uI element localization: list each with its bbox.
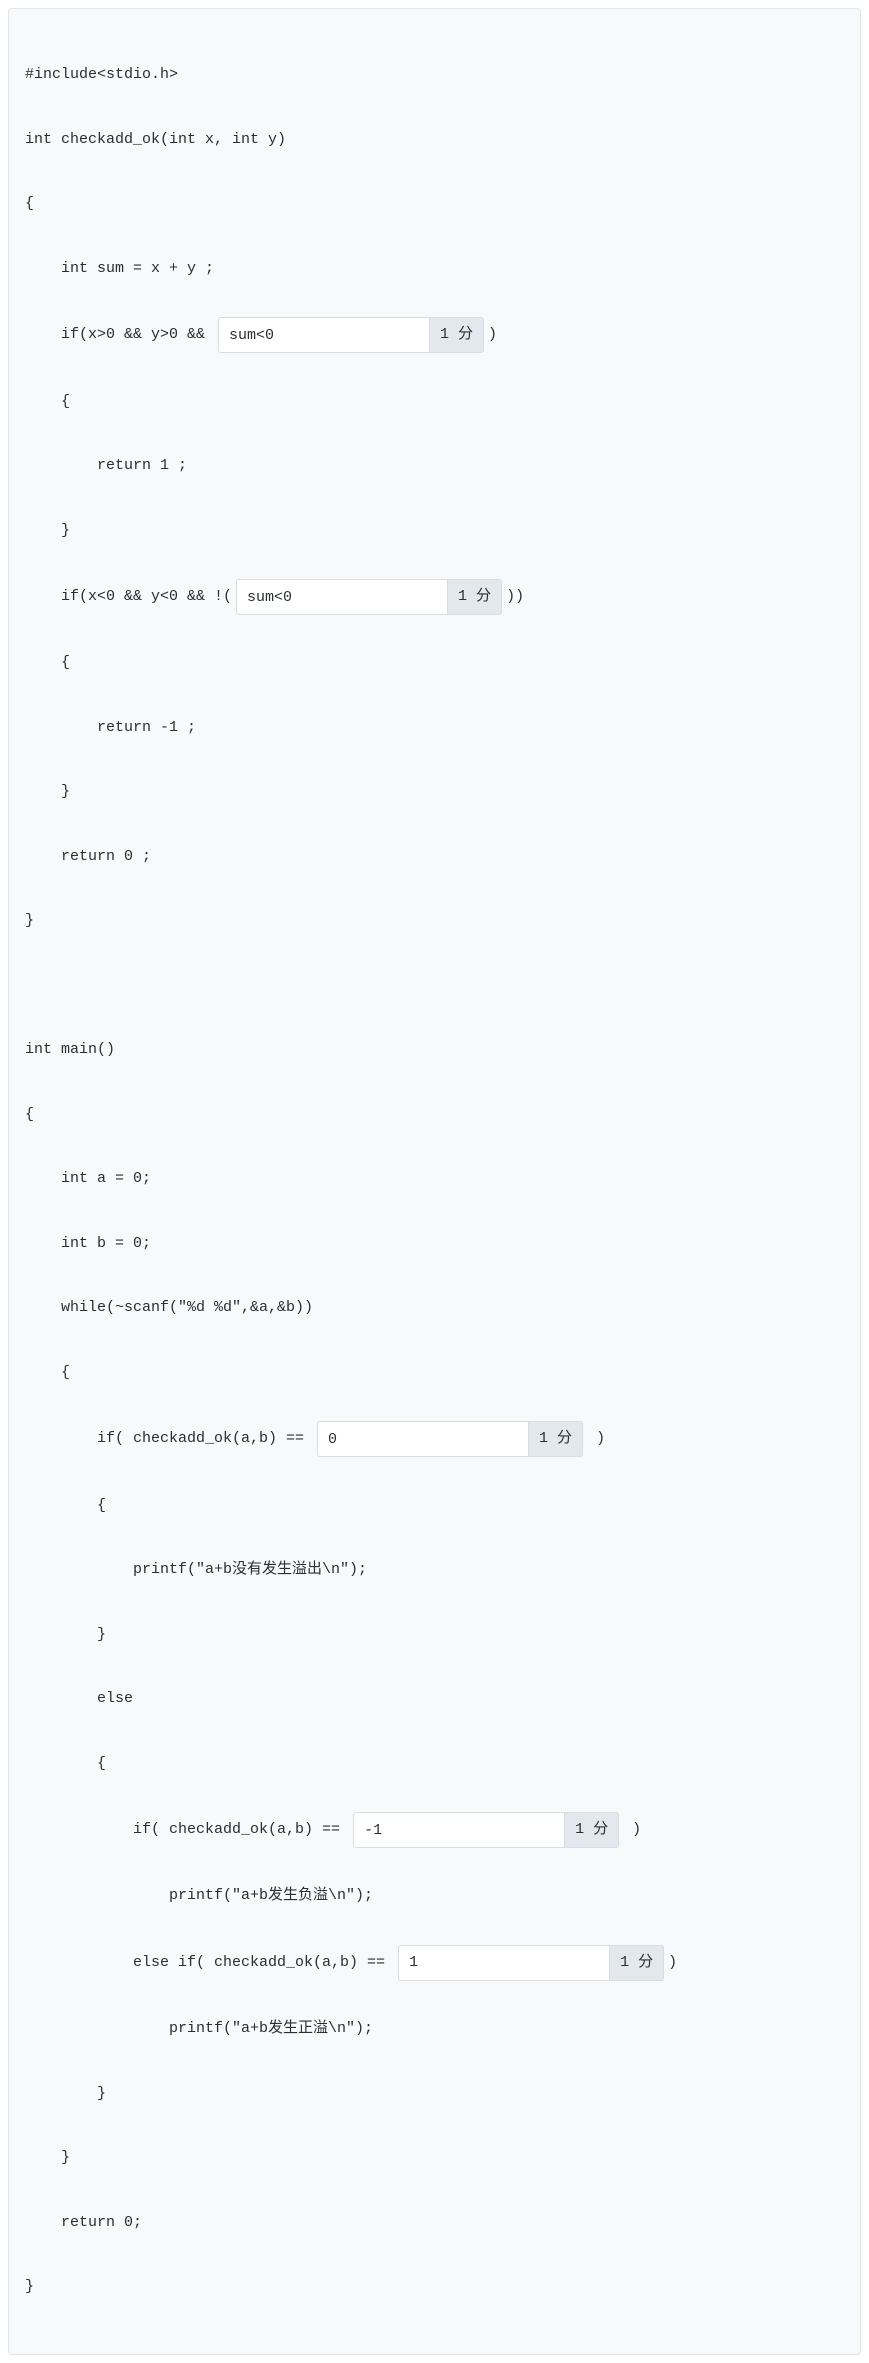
code-line: }	[25, 2271, 844, 2303]
code-text: else if( checkadd_ok(a,b) ==	[25, 1954, 394, 1971]
blank-input-1[interactable]	[218, 317, 429, 353]
blank-score-3: 1 分	[528, 1421, 583, 1457]
code-text: )	[668, 1954, 677, 1971]
blank-input-5[interactable]	[398, 1945, 609, 1981]
code-line: return 1 ;	[25, 450, 844, 482]
code-line: return 0;	[25, 2207, 844, 2239]
code-line: int b = 0;	[25, 1228, 844, 1260]
code-line: {	[25, 647, 844, 679]
code-line: return 0 ;	[25, 841, 844, 873]
code-text: )	[488, 326, 497, 343]
code-line: int main()	[25, 1034, 844, 1066]
code-line: int a = 0;	[25, 1163, 844, 1195]
code-line: else if( checkadd_ok(a,b) == 1 分)	[25, 1945, 844, 1981]
blank-score-2: 1 分	[447, 579, 502, 615]
code-line: }	[25, 2078, 844, 2110]
code-line: }	[25, 1619, 844, 1651]
code-line: int checkadd_ok(int x, int y)	[25, 124, 844, 156]
code-text: if(x>0 && y>0 &&	[25, 326, 214, 343]
code-line: printf("a+b发生正溢\n");	[25, 2013, 844, 2045]
blank-score-1: 1 分	[429, 317, 484, 353]
code-line: if(x<0 && y<0 && !( 1 分))	[25, 579, 844, 615]
code-line: printf("a+b没有发生溢出\n");	[25, 1554, 844, 1586]
code-text: )	[587, 1430, 605, 1447]
code-text: if(x<0 && y<0 && !(	[25, 588, 232, 605]
code-line: {	[25, 188, 844, 220]
code-line: {	[25, 386, 844, 418]
code-line: }	[25, 776, 844, 808]
code-line: }	[25, 515, 844, 547]
fill-blank-3: 1 分	[317, 1421, 583, 1457]
code-block: #include<stdio.h> int checkadd_ok(int x,…	[8, 8, 861, 2355]
code-line: printf("a+b发生负溢\n");	[25, 1880, 844, 1912]
code-line: }	[25, 2142, 844, 2174]
blank-input-2[interactable]	[236, 579, 447, 615]
code-line: else	[25, 1683, 844, 1715]
code-text: if( checkadd_ok(a,b) ==	[25, 1821, 349, 1838]
code-line: {	[25, 1357, 844, 1389]
code-text: )	[623, 1821, 641, 1838]
code-line: if( checkadd_ok(a,b) == 1 分 )	[25, 1421, 844, 1457]
blank-score-5: 1 分	[609, 1945, 664, 1981]
fill-blank-5: 1 分	[398, 1945, 664, 1981]
blank-score-4: 1 分	[564, 1812, 619, 1848]
code-line: {	[25, 1099, 844, 1131]
fill-blank-1: 1 分	[218, 317, 484, 353]
code-text: ))	[506, 588, 524, 605]
code-line: }	[25, 905, 844, 937]
code-line: {	[25, 1490, 844, 1522]
fill-blank-4: 1 分	[353, 1812, 619, 1848]
code-line: if( checkadd_ok(a,b) == 1 分 )	[25, 1812, 844, 1848]
code-line: if(x>0 && y>0 && 1 分)	[25, 317, 844, 353]
fill-blank-2: 1 分	[236, 579, 502, 615]
code-line: #include<stdio.h>	[25, 59, 844, 91]
code-line: while(~scanf("%d %d",&a,&b))	[25, 1292, 844, 1324]
blank-input-4[interactable]	[353, 1812, 564, 1848]
code-line: return -1 ;	[25, 712, 844, 744]
code-line: int sum = x + y ;	[25, 253, 844, 285]
code-text: if( checkadd_ok(a,b) ==	[25, 1430, 313, 1447]
code-line: {	[25, 1748, 844, 1780]
blank-input-3[interactable]	[317, 1421, 528, 1457]
